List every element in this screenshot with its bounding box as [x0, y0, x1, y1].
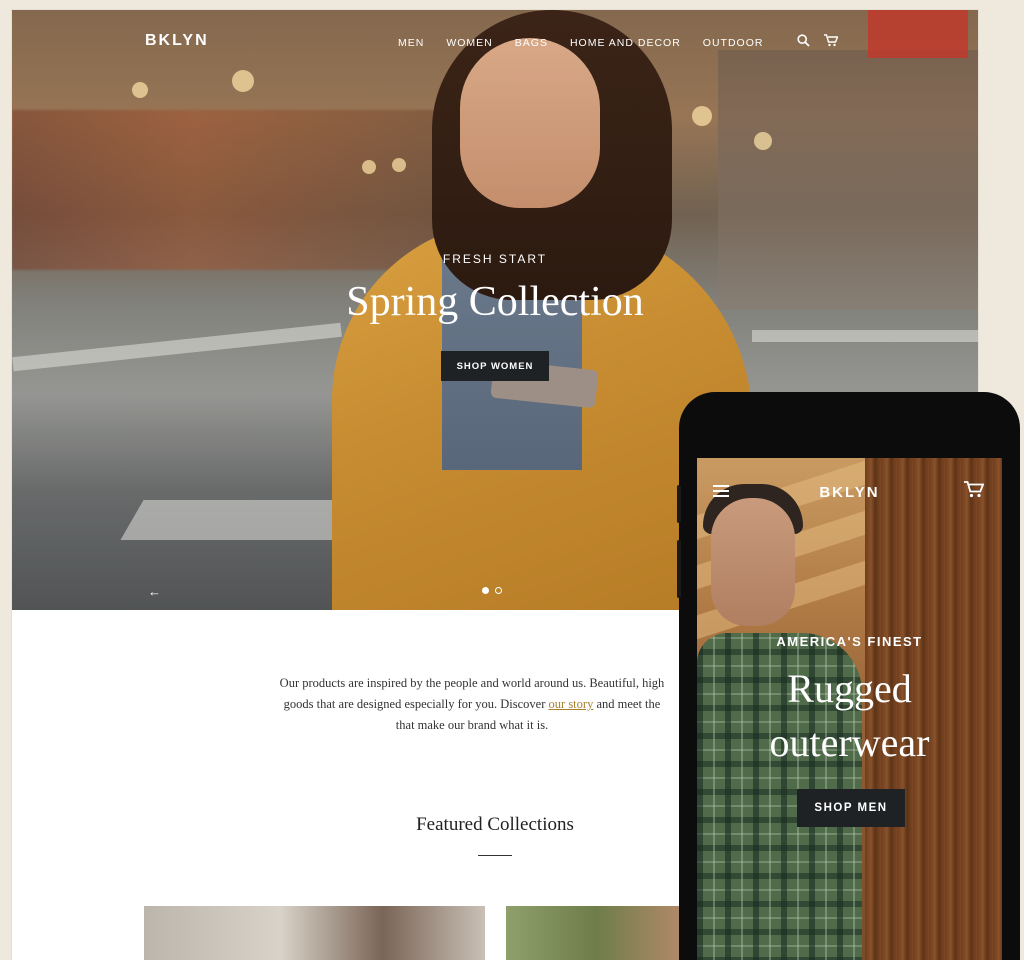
crosswalk-stripe — [12, 322, 342, 372]
nav-item-men[interactable]: MEN — [398, 37, 424, 49]
intro-line: Our products are inspired by the people … — [279, 676, 665, 690]
intro-text-segment: and meet the — [593, 697, 661, 711]
phone-side-button — [677, 485, 681, 523]
hero-kicker: FRESH START — [442, 252, 548, 266]
site-logo[interactable]: BKLYN — [145, 32, 209, 50]
building-background — [718, 50, 978, 310]
site-header: BKLYN MEN WOMEN BAGS HOME AND DECOR OUTD… — [12, 10, 978, 74]
bokeh-light — [392, 158, 406, 172]
model-face — [711, 498, 795, 626]
collection-card[interactable] — [506, 906, 686, 960]
hero-title: Spring Collection — [346, 279, 644, 325]
nav-item-women[interactable]: WOMEN — [446, 37, 492, 49]
title-divider — [478, 855, 512, 856]
cart-icon[interactable] — [964, 481, 985, 503]
shop-men-button[interactable]: SHOP MEN — [797, 789, 905, 827]
crosswalk-stripe — [120, 500, 364, 540]
slide-dot[interactable] — [482, 587, 489, 594]
nav-item-home-and-decor[interactable]: HOME AND DECOR — [570, 37, 681, 49]
search-icon[interactable] — [797, 34, 810, 50]
slide-dot[interactable] — [495, 587, 502, 594]
intro-text-segment: goods that are designed especially for y… — [283, 697, 549, 711]
phone-side-button — [677, 540, 681, 598]
nav-item-outdoor[interactable]: OUTDOOR — [703, 37, 764, 49]
phone-hero-kicker: AMERICA'S FINEST — [776, 634, 923, 649]
cart-icon[interactable] — [824, 34, 839, 50]
bokeh-light — [132, 82, 148, 98]
nav-item-bags[interactable]: BAGS — [515, 37, 548, 49]
crosswalk-stripe — [752, 330, 978, 342]
storefront-background — [12, 110, 462, 270]
phone-title-line: Rugged — [787, 666, 912, 711]
our-story-link[interactable]: our story — [549, 697, 594, 711]
bokeh-light — [362, 160, 376, 174]
intro-text: Our products are inspired by the people … — [262, 673, 682, 736]
main-nav: MEN WOMEN BAGS HOME AND DECOR OUTDOOR — [398, 37, 785, 49]
slideshow-dots — [482, 587, 502, 594]
phone-screen: BKLYN AMERICA'S FINEST Rugged outerwear … — [697, 458, 1002, 960]
intro-line: goods that are designed especially for y… — [262, 694, 682, 715]
phone-site-logo[interactable]: BKLYN — [697, 484, 1002, 501]
bokeh-light — [754, 132, 772, 150]
phone-hero-title: Rugged outerwear — [697, 662, 1002, 770]
collection-card[interactable] — [144, 906, 485, 960]
intro-line: that make our brand what it is. — [395, 718, 549, 732]
phone-title-line: outerwear — [769, 720, 930, 765]
bokeh-light — [692, 106, 712, 126]
arrow-left-icon[interactable]: ← — [148, 584, 161, 599]
shop-women-button[interactable]: SHOP WOMEN — [441, 351, 549, 381]
